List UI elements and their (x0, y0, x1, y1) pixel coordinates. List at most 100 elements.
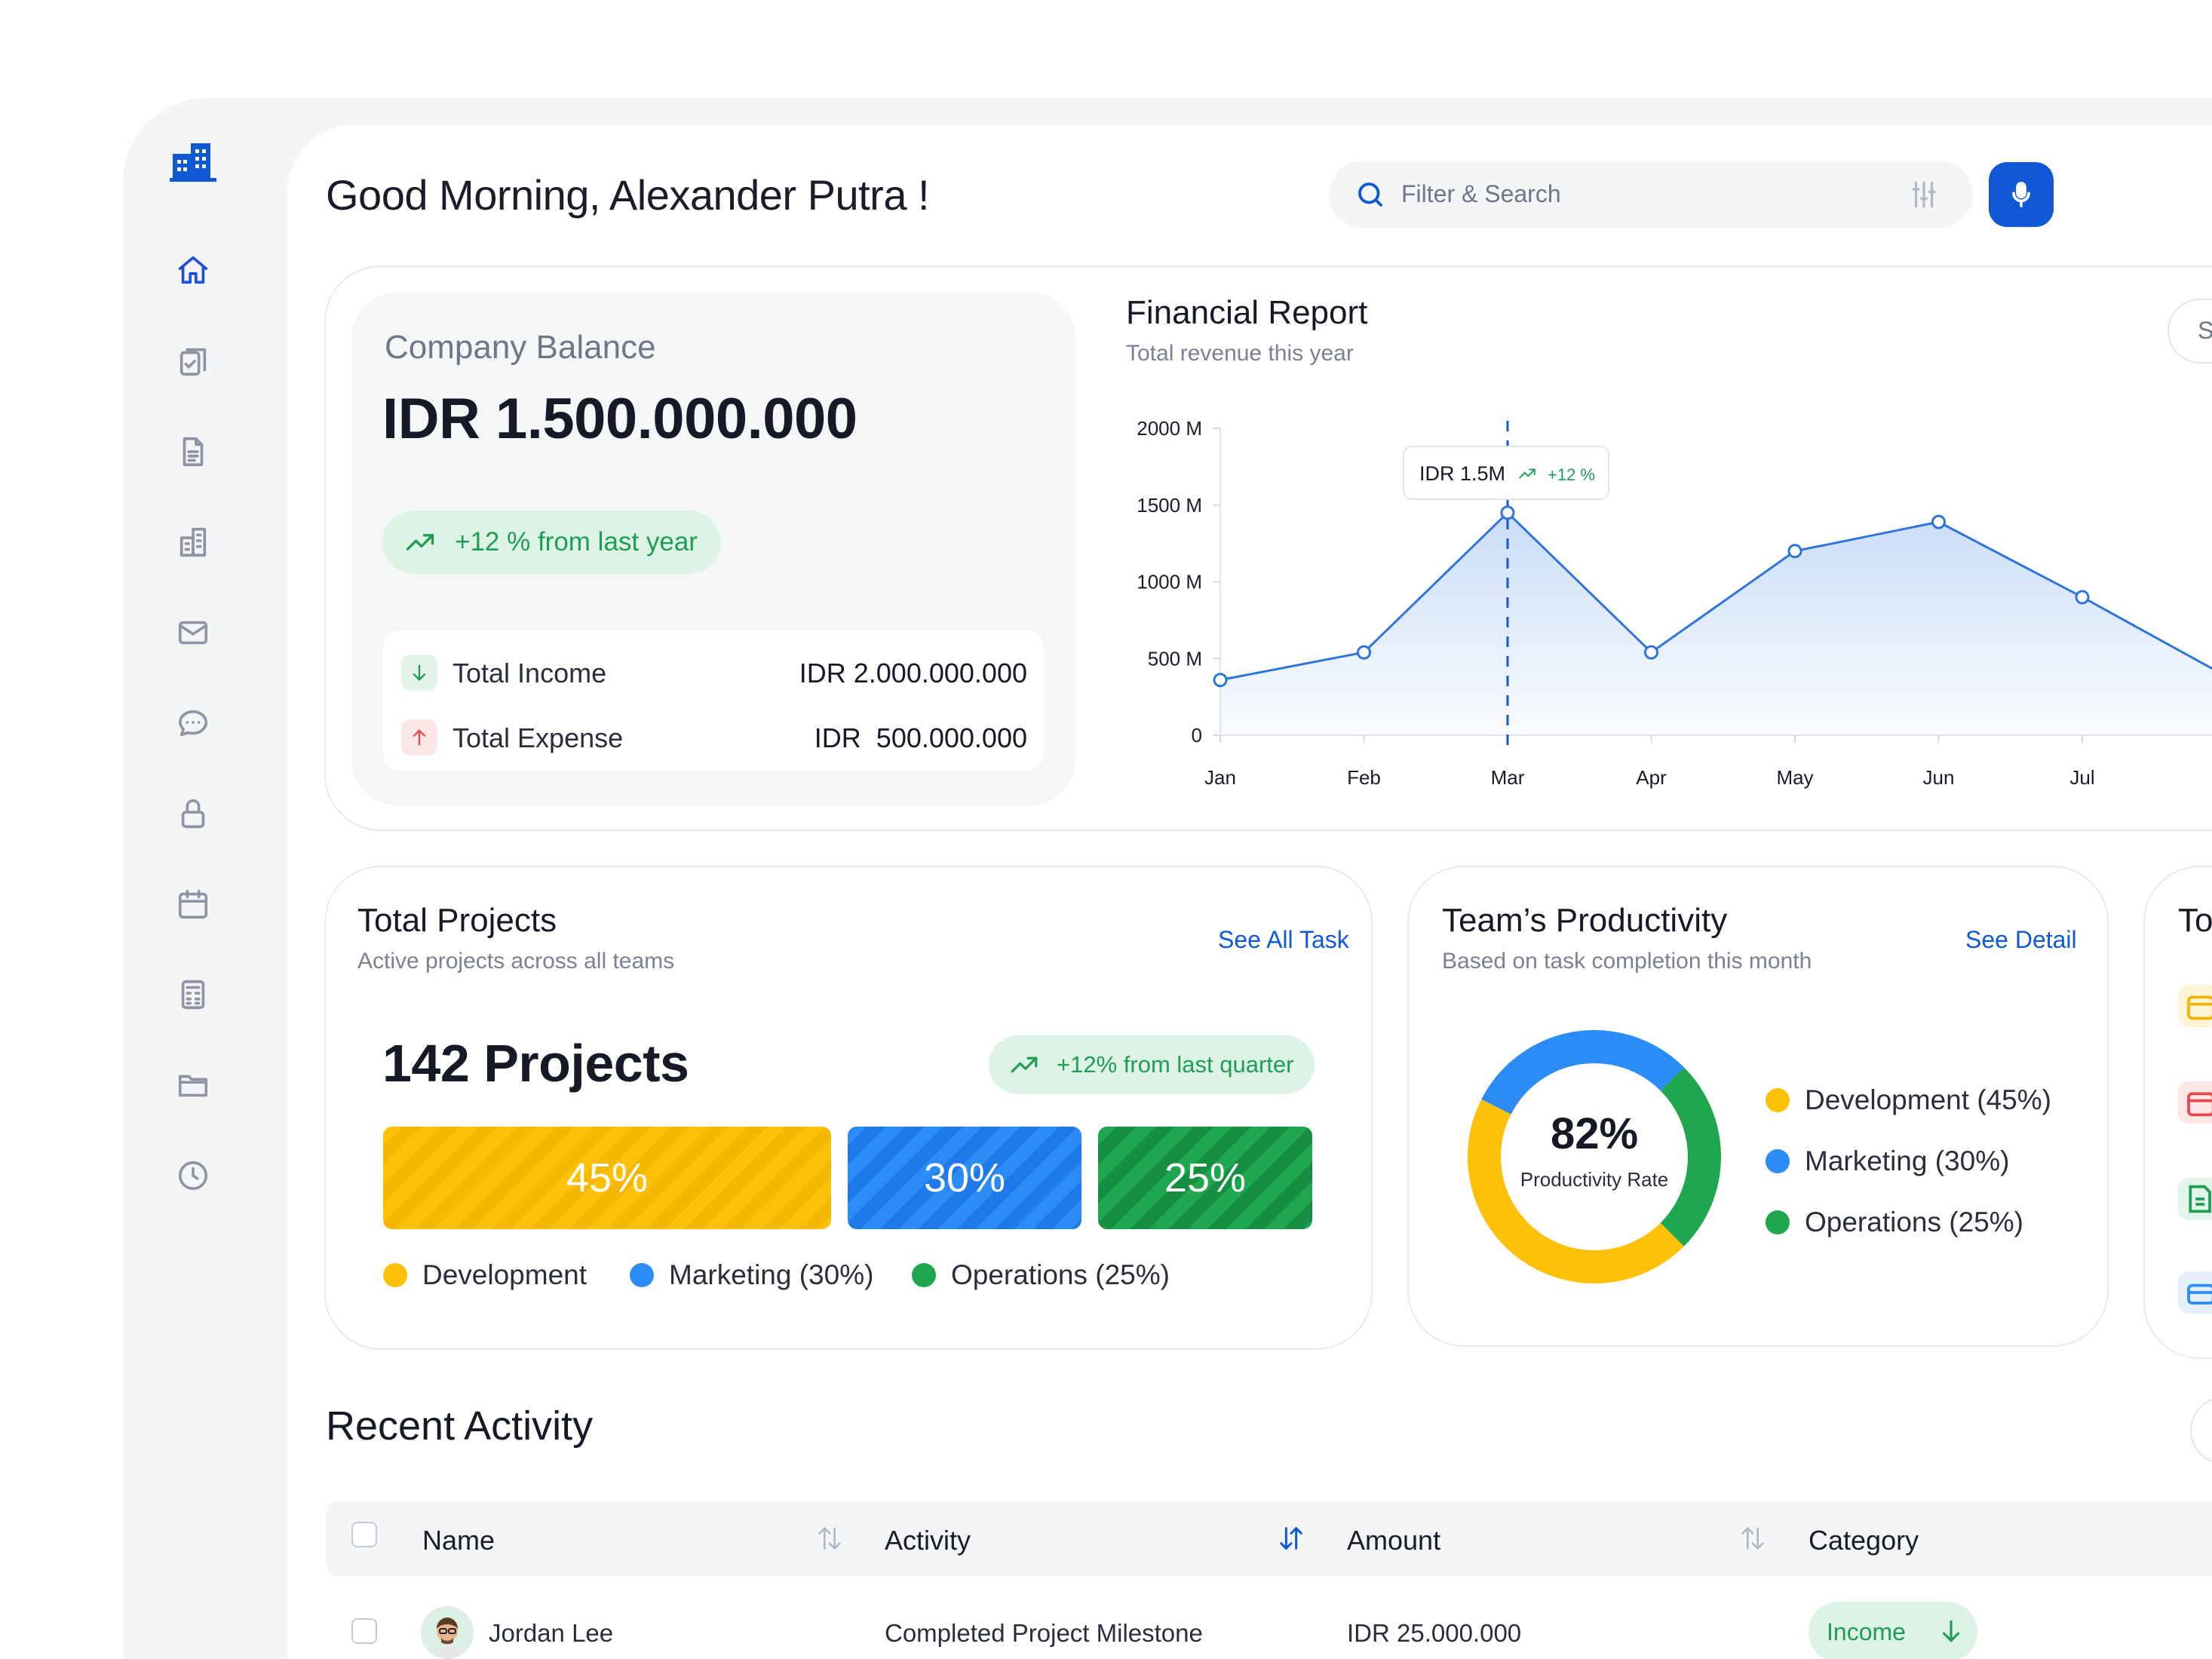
clipboard-check-icon (179, 348, 207, 376)
nav-messages[interactable] (173, 703, 213, 744)
column-header-name[interactable]: Name (422, 1525, 495, 1556)
legend-dot (912, 1263, 936, 1287)
productivity-rate-label: Productivity Rate (1520, 1168, 1669, 1191)
legend-label: Operations (25%) (1805, 1207, 2023, 1237)
productivity-title: Team’s Productivity (1442, 902, 1728, 939)
segment-development: 45% (383, 1127, 831, 1229)
microphone-icon (2012, 182, 2030, 207)
legend-operations: Operations (25%) (912, 1259, 1170, 1291)
donut-slice (1481, 1030, 1684, 1115)
nav-documents[interactable] (173, 431, 213, 472)
building-icon (179, 527, 207, 557)
calendar-icon (178, 889, 208, 919)
segment-marketing: 30% (848, 1127, 1081, 1229)
lock-icon (181, 799, 205, 829)
balance-growth-text: +12 % from last year (455, 527, 698, 557)
row-activity: Completed Project Milestone (885, 1619, 1203, 1647)
prod-legend-marketing: Marketing (30%) (1766, 1145, 2009, 1177)
legend-marketing: Marketing (30%) (630, 1259, 873, 1291)
legend-dot (383, 1263, 407, 1287)
see-all-task-link[interactable]: See All Task (1218, 926, 1349, 954)
financial-report-subtitle: Total revenue this year (1126, 341, 1354, 366)
income-value: IDR 2.000.000.000 (799, 658, 1027, 688)
task-calendar-icon[interactable] (2178, 1081, 2212, 1124)
mail-icon (178, 621, 208, 645)
nav-buildings[interactable] (173, 522, 213, 563)
expense-label: Total Expense (453, 722, 624, 753)
prod-legend-development: Development (45%) (1766, 1084, 2051, 1116)
sort-icon[interactable] (1276, 1523, 1306, 1553)
column-header-amount[interactable]: Amount (1347, 1525, 1440, 1556)
calculator-icon (181, 980, 205, 1010)
trend-up-icon (1011, 1056, 1038, 1073)
search-bar[interactable]: Filter & Search (1329, 161, 1973, 228)
projects-title: Total Projects (357, 902, 557, 939)
projects-count: 142 Projects (382, 1034, 689, 1093)
trend-up-icon (406, 534, 434, 550)
legend-label: Development (422, 1259, 588, 1290)
building-logo-icon[interactable] (168, 137, 218, 182)
nav-home[interactable] (173, 250, 213, 291)
nav-tasks[interactable] (173, 341, 213, 382)
income-label: Total Income (453, 658, 607, 688)
see-detail-link[interactable]: See Detail (1965, 926, 2077, 954)
trend-up-icon (1519, 468, 1536, 479)
chart-tooltip: IDR 1.5M +12 % (1403, 446, 1609, 500)
sidebar (123, 98, 287, 1659)
tasks-card-title: To (2178, 902, 2212, 939)
recent-activity-title: Recent Activity (326, 1403, 594, 1449)
category-badge: Income (1809, 1602, 1977, 1659)
expense-row: Total Expense IDR 500.000.000 (401, 716, 1027, 759)
arrow-down-icon (401, 655, 437, 691)
productivity-subtitle: Based on task completion this month (1442, 949, 1812, 974)
search-input[interactable]: Filter & Search (1401, 180, 1561, 208)
nav-mail[interactable] (173, 612, 213, 653)
tooltip-value: IDR 1.5M (1419, 462, 1506, 485)
home-icon (178, 256, 208, 284)
document-icon (183, 437, 204, 467)
column-header-category[interactable]: Category (1809, 1525, 1919, 1556)
select-all-checkbox[interactable] (351, 1522, 377, 1547)
sort-icon[interactable] (1738, 1523, 1768, 1553)
projects-growth-text: +12% from last quarter (1057, 1051, 1294, 1078)
legend-dot (1766, 1149, 1790, 1173)
balance-growth-badge: +12 % from last year (382, 511, 720, 574)
table-header (326, 1501, 2212, 1576)
nav-history[interactable] (173, 1155, 213, 1196)
legend-label: Marketing (30%) (1805, 1145, 2010, 1176)
nav-calculator[interactable] (173, 974, 213, 1015)
row-amount: IDR 25.000.000 (1347, 1619, 1522, 1647)
income-row: Total Income IDR 2.000.000.000 (401, 652, 1027, 694)
avatar (421, 1606, 474, 1659)
expense-value: IDR 500.000.000 (814, 722, 1027, 753)
voice-search-button[interactable] (1989, 162, 2054, 227)
legend-label: Operations (25%) (951, 1259, 1170, 1290)
task-card-icon[interactable] (2178, 1271, 2212, 1314)
category-label: Income (1827, 1618, 1906, 1645)
legend-dot (630, 1263, 654, 1287)
task-calendar-icon[interactable] (2178, 985, 2212, 1027)
legend-development: Development (383, 1259, 587, 1291)
income-expense-box: Total Income IDR 2.000.000.000 Total Exp… (383, 630, 1044, 771)
clock-icon (178, 1161, 208, 1191)
task-document-icon[interactable] (2178, 1178, 2212, 1220)
balance-amount: IDR 1.500.000.000 (382, 387, 857, 451)
nav-files[interactable] (173, 1065, 213, 1105)
row-checkbox[interactable] (351, 1618, 377, 1644)
legend-dot (1766, 1210, 1790, 1234)
nav-security[interactable] (173, 793, 213, 834)
projects-subtitle: Active projects across all teams (357, 949, 675, 974)
filter-sliders-icon[interactable] (1908, 179, 1940, 210)
row-name: Jordan Lee (489, 1619, 614, 1647)
period-select-label: S (2198, 317, 2212, 344)
chat-icon (178, 710, 208, 737)
projects-growth-badge: +12% from last quarter (989, 1035, 1315, 1094)
search-icon (1358, 182, 1382, 207)
greeting-title: Good Morning, Alexander Putra ! (326, 171, 930, 219)
column-header-activity[interactable]: Activity (885, 1525, 971, 1556)
sort-icon[interactable] (815, 1523, 845, 1553)
nav-calendar[interactable] (173, 884, 213, 925)
productivity-rate: 82% (1550, 1109, 1639, 1158)
legend-label: Development (45%) (1805, 1084, 2051, 1115)
donut-center: 82% Productivity Rate (1498, 1109, 1691, 1191)
